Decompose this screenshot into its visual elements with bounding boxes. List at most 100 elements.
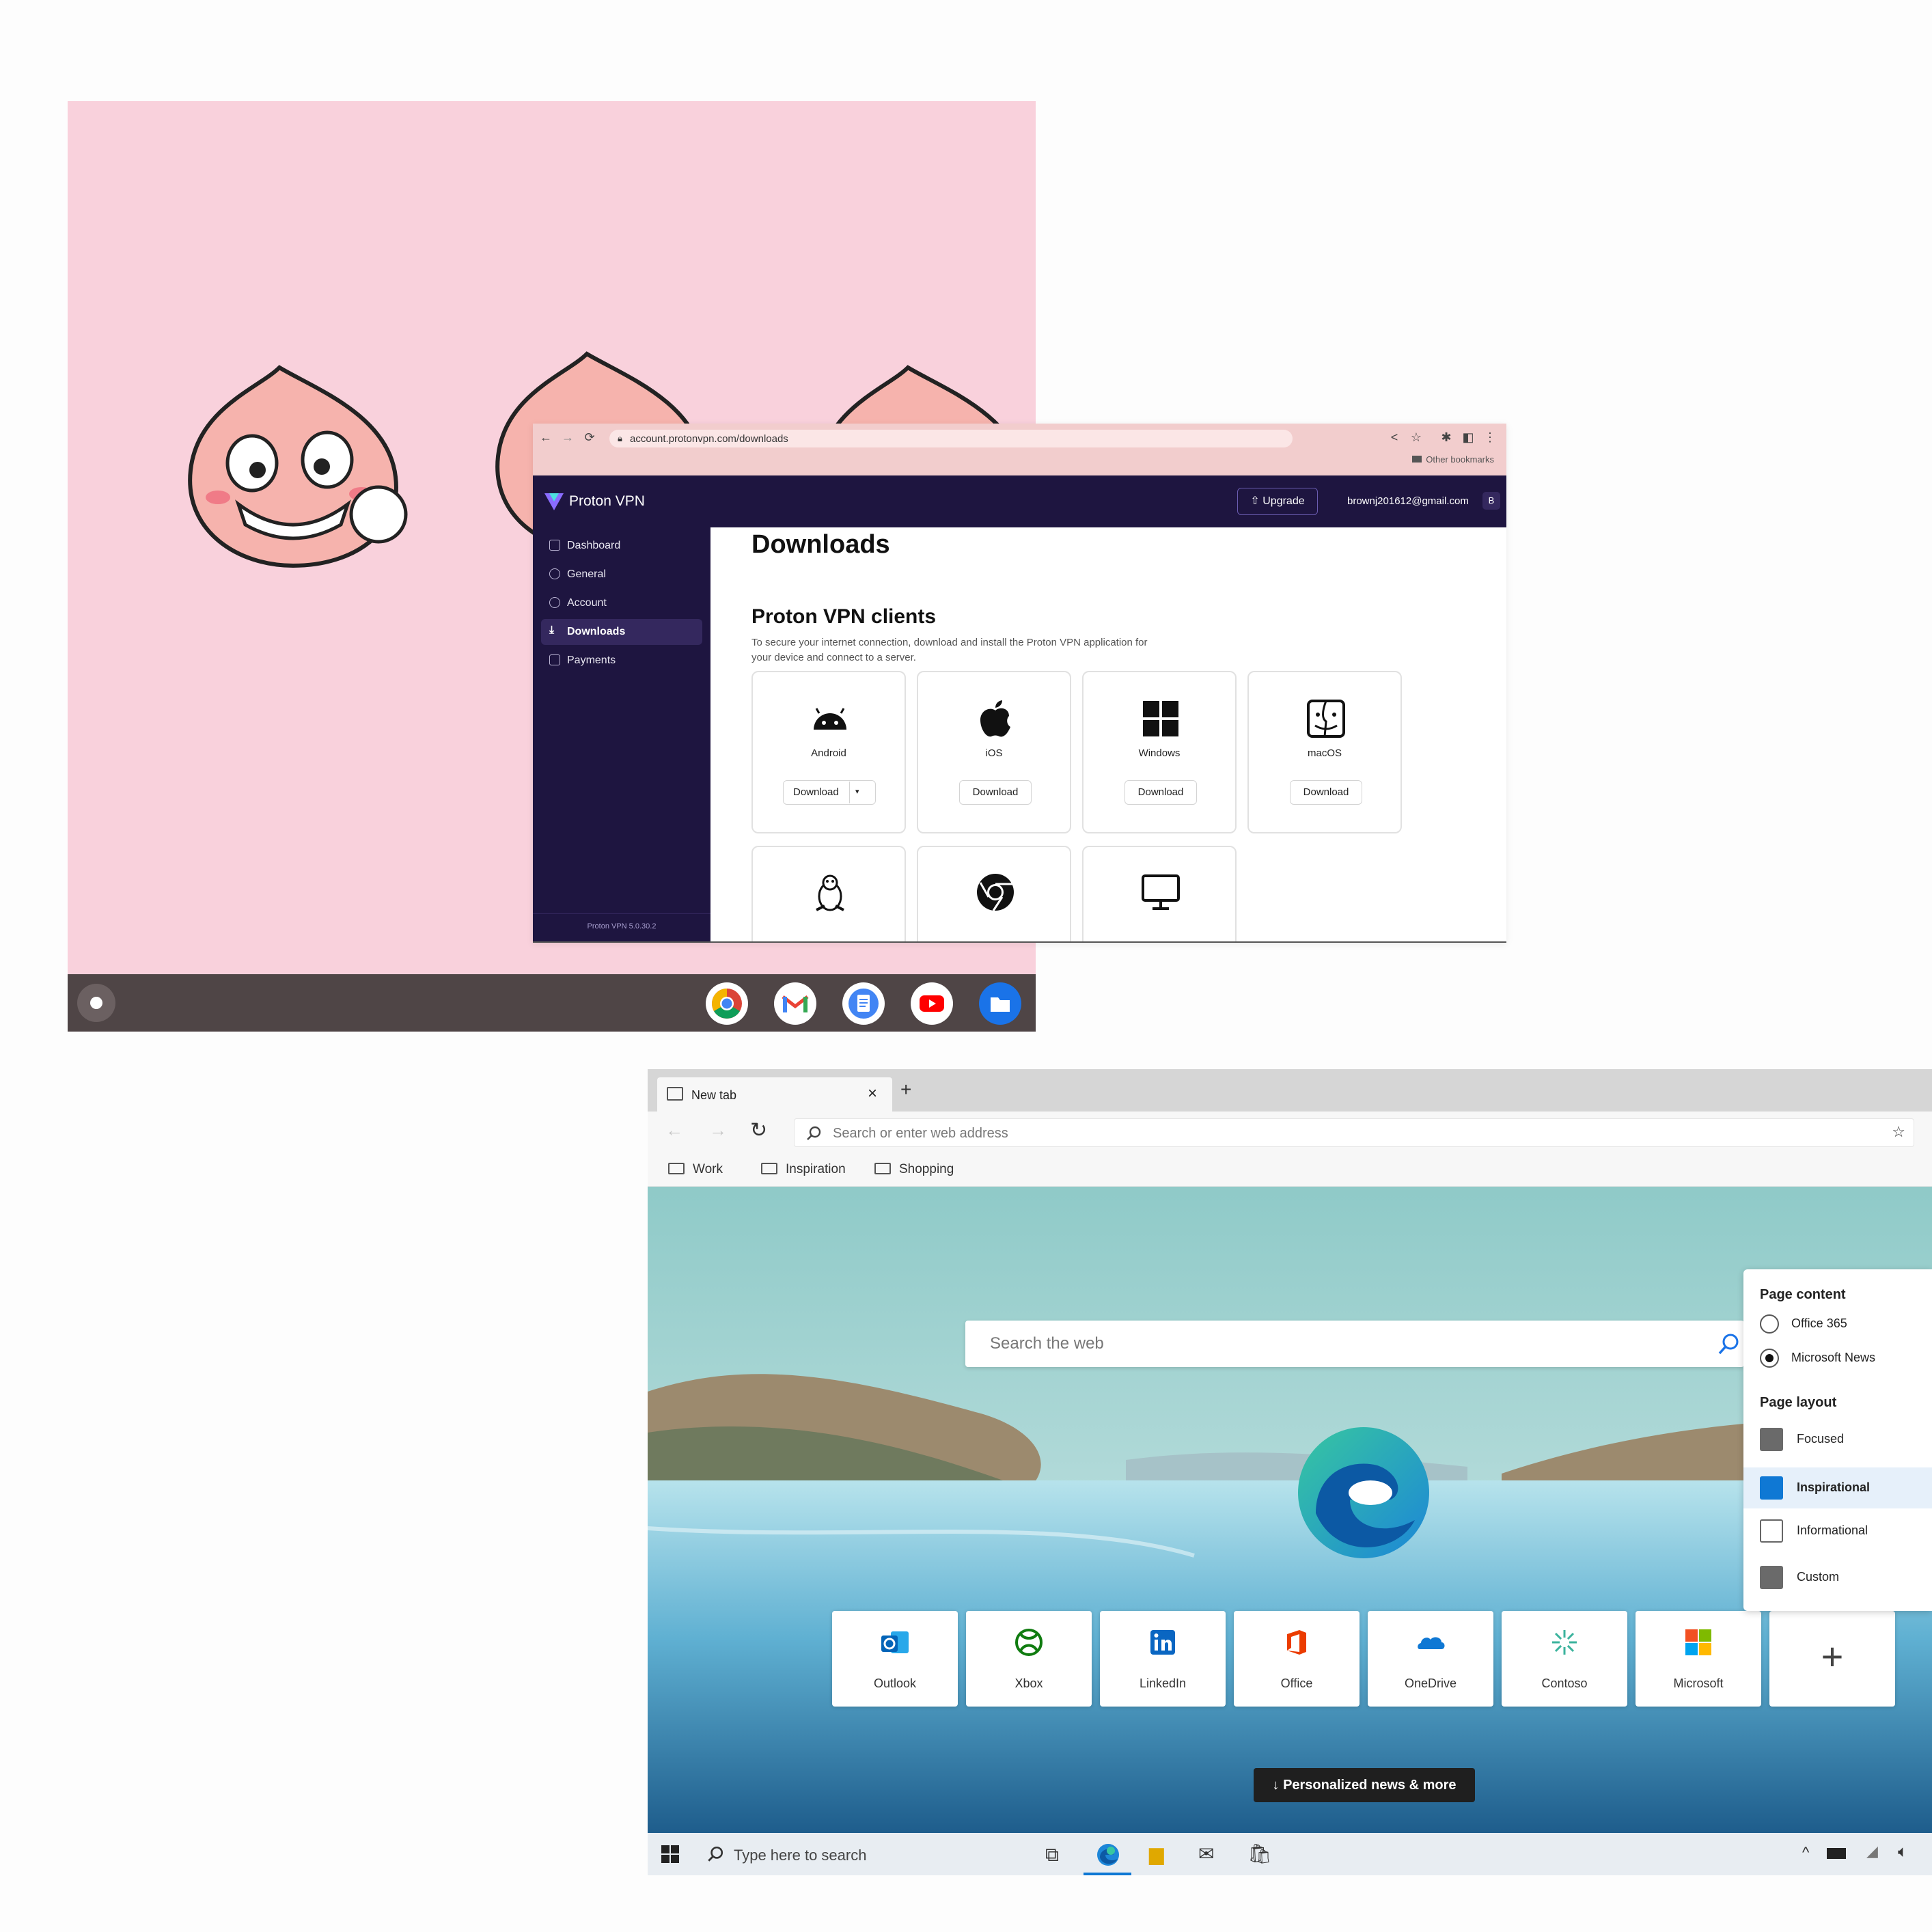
web-search-box[interactable]: Search the web bbox=[965, 1321, 1744, 1367]
tile-contoso[interactable]: Contoso bbox=[1502, 1611, 1627, 1707]
radio-selected-icon bbox=[1760, 1349, 1779, 1368]
windows-download-button[interactable]: Download bbox=[1124, 780, 1197, 805]
client-card-linux bbox=[751, 846, 906, 943]
mail-icon[interactable]: ✉ bbox=[1198, 1843, 1214, 1865]
client-card-android: Android Download ▾ bbox=[751, 671, 906, 833]
payments-icon bbox=[549, 654, 560, 665]
network-icon[interactable]: ◢ bbox=[1866, 1843, 1878, 1860]
layout-option-informational[interactable]: Informational bbox=[1760, 1519, 1868, 1543]
page-title: Downloads bbox=[751, 530, 890, 559]
favorite-shopping[interactable]: Shopping bbox=[874, 1162, 954, 1177]
tile-xbox[interactable]: Xbox bbox=[966, 1611, 1092, 1707]
sidebar-item-general[interactable]: General bbox=[541, 562, 702, 588]
microsoft-icon bbox=[1685, 1629, 1711, 1655]
layout-option-inspirational[interactable]: Inspirational bbox=[1743, 1467, 1932, 1508]
favorite-inspiration[interactable]: Inspiration bbox=[761, 1162, 846, 1177]
informational-layout-icon bbox=[1760, 1519, 1783, 1543]
chevron-up-icon[interactable]: ^ bbox=[1802, 1844, 1809, 1862]
chrome-icon bbox=[977, 874, 1014, 911]
shelf bbox=[68, 974, 1036, 1032]
android-download-button[interactable]: Download bbox=[783, 780, 876, 805]
reload-icon[interactable]: ⟳ bbox=[582, 430, 597, 445]
launcher-button[interactable] bbox=[77, 984, 115, 1022]
macos-download-button[interactable]: Download bbox=[1290, 780, 1362, 805]
address-bar[interactable]: 🔒︎ account.protonvpn.com/downloads bbox=[609, 430, 1293, 447]
content-option-microsoft-news[interactable]: Microsoft News bbox=[1760, 1349, 1875, 1368]
sidebar-item-dashboard[interactable]: Dashboard bbox=[541, 533, 702, 559]
forward-icon[interactable]: → bbox=[709, 1120, 727, 1141]
battery-icon[interactable] bbox=[1827, 1848, 1846, 1859]
windows-start-icon[interactable] bbox=[661, 1845, 679, 1863]
tile-outlook[interactable]: Outlook bbox=[832, 1611, 958, 1707]
address-bar[interactable]: Search or enter web address ☆ bbox=[794, 1118, 1914, 1147]
client-name: Android bbox=[811, 747, 846, 759]
menu-icon[interactable]: ⋮ bbox=[1482, 430, 1498, 445]
folder-icon bbox=[761, 1163, 777, 1174]
add-tile-button[interactable]: + bbox=[1769, 1611, 1895, 1707]
tab-title: New tab bbox=[691, 1088, 737, 1102]
favorites-bar: Work Inspiration Shopping bbox=[648, 1153, 1932, 1187]
back-icon[interactable]: ← bbox=[538, 430, 553, 445]
folder-icon bbox=[874, 1163, 891, 1174]
ios-download-button[interactable]: Download bbox=[959, 780, 1032, 805]
user-email[interactable]: brownj201612@gmail.com bbox=[1347, 495, 1469, 507]
taskbar-search-box[interactable]: Type here to search bbox=[700, 1833, 1029, 1875]
tab-new-tab[interactable]: New tab × bbox=[657, 1077, 892, 1112]
tile-linkedin[interactable]: LinkedIn bbox=[1100, 1611, 1226, 1707]
sidebar-item-account[interactable]: Account bbox=[541, 590, 702, 616]
file-explorer-icon[interactable]: ▆ bbox=[1149, 1843, 1164, 1865]
chrome-icon[interactable] bbox=[706, 982, 748, 1025]
new-tab-button[interactable]: + bbox=[900, 1079, 911, 1101]
layout-option-custom[interactable]: Custom bbox=[1760, 1566, 1839, 1589]
onedrive-icon bbox=[1418, 1637, 1445, 1649]
download-icon: ⤓ bbox=[549, 624, 555, 636]
client-name: iOS bbox=[985, 747, 1003, 759]
tile-office[interactable]: Office bbox=[1234, 1611, 1360, 1707]
layout-option-focused[interactable]: Focused bbox=[1760, 1428, 1844, 1451]
close-tab-icon[interactable]: × bbox=[868, 1084, 877, 1103]
back-icon[interactable]: ← bbox=[665, 1120, 683, 1141]
xbox-icon bbox=[1015, 1629, 1043, 1656]
personalized-news-button[interactable]: ↓ Personalized news & more bbox=[1254, 1768, 1475, 1802]
chevron-down-icon[interactable]: ▾ bbox=[855, 787, 859, 796]
task-view-icon[interactable]: ⧉ bbox=[1045, 1844, 1059, 1866]
sidebar-divider bbox=[533, 913, 710, 914]
forward-icon[interactable]: → bbox=[560, 430, 575, 445]
browser-toolbar: ← → ⟳ 🔒︎ account.protonvpn.com/downloads… bbox=[533, 424, 1506, 475]
search-icon bbox=[807, 1126, 821, 1140]
youtube-icon[interactable] bbox=[911, 982, 953, 1025]
settings-icon bbox=[549, 568, 560, 579]
android-icon bbox=[814, 708, 846, 730]
refresh-icon[interactable]: ↻ bbox=[750, 1118, 767, 1142]
volume-icon[interactable]: 🔈︎ bbox=[1898, 1843, 1907, 1862]
background-landscape bbox=[648, 1187, 1932, 1833]
macos-finder-icon bbox=[1307, 700, 1345, 738]
sidebar-item-payments[interactable]: Payments bbox=[541, 648, 702, 674]
wallpaper-character-1 bbox=[188, 365, 408, 568]
store-icon[interactable]: 🛍︎ bbox=[1247, 1843, 1272, 1865]
favorite-work[interactable]: Work bbox=[668, 1162, 723, 1177]
gmail-icon[interactable] bbox=[774, 982, 816, 1025]
upgrade-button[interactable]: ⇧ Upgrade bbox=[1237, 488, 1318, 515]
sidebar: Dashboard General Account ⤓ Downloads Pay… bbox=[533, 527, 710, 943]
other-bookmarks[interactable]: Other bookmarks bbox=[1412, 454, 1494, 465]
avatar[interactable]: B bbox=[1482, 492, 1500, 510]
client-card-android-tv bbox=[1082, 846, 1237, 943]
focused-layout-icon bbox=[1760, 1428, 1783, 1451]
share-icon[interactable]: < bbox=[1387, 430, 1402, 445]
section-description-line-1: To secure your internet connection, down… bbox=[751, 637, 1148, 648]
taskbar-edge-button[interactable] bbox=[1084, 1838, 1131, 1875]
extensions-icon[interactable]: ✱ bbox=[1439, 430, 1454, 445]
files-icon[interactable] bbox=[979, 982, 1021, 1025]
favorite-star-icon[interactable]: ☆ bbox=[1892, 1123, 1905, 1141]
bookmark-star-icon[interactable]: ☆ bbox=[1409, 430, 1424, 445]
web-search-placeholder: Search the web bbox=[990, 1334, 1104, 1353]
search-icon[interactable] bbox=[1717, 1333, 1740, 1356]
docs-icon[interactable] bbox=[842, 982, 885, 1025]
edge-browser-window: New tab × + ← → ↻ Search or enter web ad… bbox=[648, 1069, 1932, 1875]
tile-microsoft[interactable]: Microsoft bbox=[1636, 1611, 1761, 1707]
tile-onedrive[interactable]: OneDrive bbox=[1368, 1611, 1493, 1707]
sidepanel-icon[interactable]: ◧ bbox=[1461, 430, 1476, 445]
sidebar-item-downloads[interactable]: ⤓ Downloads bbox=[541, 619, 702, 645]
content-option-office-365[interactable]: Office 365 bbox=[1760, 1314, 1847, 1334]
